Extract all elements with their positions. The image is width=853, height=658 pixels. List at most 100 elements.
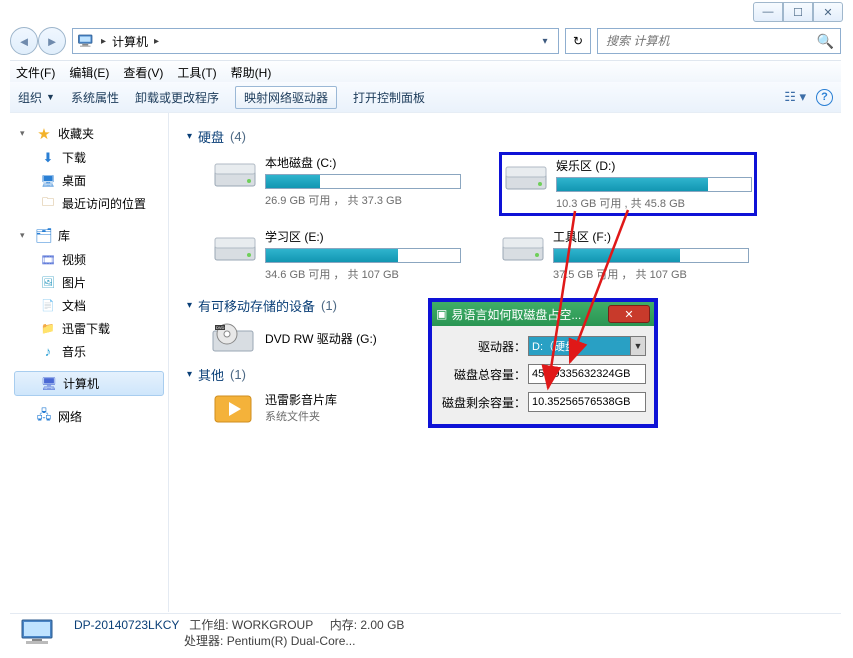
sidebar-item-computer[interactable]: 🖥计算机 [14, 371, 164, 396]
toolbar-control-panel[interactable]: 打开控制面板 [353, 89, 425, 106]
details-workgroup-label: 工作组: [189, 618, 228, 632]
dialog-free-value: 10.35256576538GB [528, 392, 646, 412]
chevron-right-icon: ▸ [152, 36, 161, 47]
computer-icon: 🖥 [41, 377, 57, 391]
dialog-total-value: 45.89335632324GB [528, 364, 646, 384]
sidebar-item-music[interactable]: ♪音乐 [10, 340, 168, 363]
star-icon: ★ [36, 127, 52, 141]
main-area: ▾★收藏夹 ⬇下载 🖥桌面 🗀最近访问的位置 ▾🗂库 🎞视频 🖼图片 📄文档 📁… [10, 112, 841, 612]
menu-tools[interactable]: 工具(T) [177, 64, 216, 81]
sidebar-item-recent[interactable]: 🗀最近访问的位置 [10, 192, 168, 215]
recent-icon: 🗀 [40, 197, 56, 211]
refresh-button[interactable]: ↻ [565, 28, 591, 54]
nav-back-forward: ◄ ► [10, 26, 66, 56]
search-box[interactable]: 🔍 [597, 28, 841, 54]
menu-file[interactable]: 文件(F) [16, 64, 55, 81]
other-item-sub: 系统文件夹 [265, 408, 337, 424]
toolbar-system-properties[interactable]: 系统属性 [71, 89, 119, 106]
chevron-right-icon: ▸ [99, 36, 108, 47]
drive-free-text: 37.5 GB 可用 ， 共 107 GB [553, 266, 749, 282]
dialog-free-label: 磁盘剩余容量： [440, 394, 526, 411]
documents-icon: 📄 [40, 299, 56, 313]
details-name: DP-20140723LKCY [74, 618, 179, 632]
sidebar-item-downloads[interactable]: ⬇下载 [10, 146, 168, 169]
breadcrumb-computer[interactable]: 计算机 [112, 33, 148, 50]
sidebar-item-thunder[interactable]: 📁迅雷下载 [10, 317, 168, 340]
drive-item[interactable]: 娱乐区 (D:)10.3 GB 可用 , 共 45.8 GB [499, 152, 757, 216]
download-icon: ⬇ [40, 151, 56, 165]
sidebar-network[interactable]: 🖧网络 [10, 404, 168, 429]
chevron-down-icon: ▼ [630, 337, 645, 355]
forward-button[interactable]: ► [38, 27, 66, 55]
sidebar-item-desktop[interactable]: 🖥桌面 [10, 169, 168, 192]
drive-name: 工具区 (F:) [553, 228, 749, 245]
media-folder-icon [211, 390, 255, 424]
dialog-drive-label: 驱动器： [440, 338, 526, 355]
music-icon: ♪ [40, 345, 56, 359]
drive-name: 本地磁盘 (C:) [265, 154, 461, 171]
drive-usage-bar [556, 177, 752, 192]
dialog-total-label: 磁盘总容量： [440, 366, 526, 383]
sidebar-libraries[interactable]: ▾🗂库 [10, 223, 168, 248]
details-workgroup: WORKGROUP [232, 618, 313, 632]
toolbar: 组织 ▼ 系统属性 卸载或更改程序 映射网络驱动器 打开控制面板 ☷ ▾ ? [10, 82, 841, 113]
sidebar-favorites[interactable]: ▾★收藏夹 [10, 121, 168, 146]
drive-name: 娱乐区 (D:) [556, 157, 752, 174]
hdd-icon [213, 230, 257, 264]
drive-usage-bar [265, 248, 461, 263]
dialog-drive-combo[interactable]: D:（硬盘）▼ [528, 336, 646, 356]
toolbar-map-drive[interactable]: 映射网络驱动器 [235, 86, 337, 109]
search-input[interactable] [604, 33, 817, 49]
drive-grid: 本地磁盘 (C:)26.9 GB 可用 ， 共 37.3 GB 娱乐区 (D:)1… [187, 152, 831, 284]
menu-edit[interactable]: 编辑(E) [69, 64, 109, 81]
details-cpu: Pentium(R) Dual-Core... [227, 634, 356, 648]
video-icon: 🎞 [40, 253, 56, 267]
hdd-icon [504, 159, 548, 193]
minimize-button[interactable]: — [753, 2, 783, 22]
drive-item[interactable]: 本地磁盘 (C:)26.9 GB 可用 ， 共 37.3 GB [211, 152, 463, 216]
address-bar[interactable]: ▸ 计算机 ▸ ▾ [72, 28, 559, 54]
drive-item[interactable]: 工具区 (F:) 37.5 GB 可用 ， 共 107 GB [499, 226, 751, 284]
dialog-close-button[interactable]: ✕ [608, 305, 650, 323]
details-pane: DP-20140723LKCY 工作组: WORKGROUP 内存: 2.00 … [10, 613, 841, 652]
computer-icon [77, 33, 95, 49]
menubar: 文件(F) 编辑(E) 查看(V) 工具(T) 帮助(H) [10, 60, 841, 84]
nav-row: ◄ ► ▸ 计算机 ▸ ▾ ↻ 🔍 [10, 26, 841, 56]
details-mem-label: 内存: [330, 618, 357, 632]
computer-large-icon [18, 618, 62, 648]
dialog-app-icon: ▣ [436, 307, 447, 321]
folder-icon: 📁 [40, 322, 56, 336]
desktop-icon: 🖥 [40, 174, 56, 188]
maximize-button[interactable]: ☐ [783, 2, 813, 22]
pictures-icon: 🖼 [40, 276, 56, 290]
toolbar-uninstall[interactable]: 卸载或更改程序 [135, 89, 219, 106]
organize-button[interactable]: 组织 ▼ [18, 89, 55, 106]
close-button[interactable]: ✕ [813, 2, 843, 22]
dvd-icon: DVD [211, 321, 255, 355]
view-options-button[interactable]: ☷ ▾ [784, 89, 806, 105]
drive-free-text: 34.6 GB 可用 ， 共 107 GB [265, 266, 461, 282]
details-cpu-label: 处理器: [184, 634, 223, 648]
menu-view[interactable]: 查看(V) [123, 64, 163, 81]
details-mem: 2.00 GB [360, 618, 404, 632]
menu-help[interactable]: 帮助(H) [231, 64, 272, 81]
hdd-icon [213, 156, 257, 190]
sidebar: ▾★收藏夹 ⬇下载 🖥桌面 🗀最近访问的位置 ▾🗂库 🎞视频 🖼图片 📄文档 📁… [10, 113, 169, 612]
other-item-name: 迅雷影音片库 [265, 391, 337, 408]
dvd-label: DVD RW 驱动器 (G:) [265, 330, 377, 347]
address-dropdown[interactable]: ▾ [536, 36, 554, 47]
sidebar-item-videos[interactable]: 🎞视频 [10, 248, 168, 271]
dialog-titlebar[interactable]: ▣ 易语言如何取磁盘占空... ✕ [432, 302, 654, 326]
sidebar-item-documents[interactable]: 📄文档 [10, 294, 168, 317]
drive-item[interactable]: 学习区 (E:) 34.6 GB 可用 ， 共 107 GB [211, 226, 463, 284]
dialog-title: 易语言如何取磁盘占空... [451, 306, 604, 323]
disk-info-dialog: ▣ 易语言如何取磁盘占空... ✕ 驱动器： D:（硬盘）▼ 磁盘总容量： 45… [428, 298, 658, 428]
drive-name: 学习区 (E:) [265, 228, 461, 245]
network-icon: 🖧 [36, 410, 52, 424]
sidebar-item-pictures[interactable]: 🖼图片 [10, 271, 168, 294]
back-button[interactable]: ◄ [10, 27, 38, 55]
help-button[interactable]: ? [816, 89, 833, 106]
search-icon: 🔍 [817, 33, 834, 50]
section-hdd[interactable]: ▾硬盘 (4) [187, 127, 831, 146]
drive-usage-bar [265, 174, 461, 189]
